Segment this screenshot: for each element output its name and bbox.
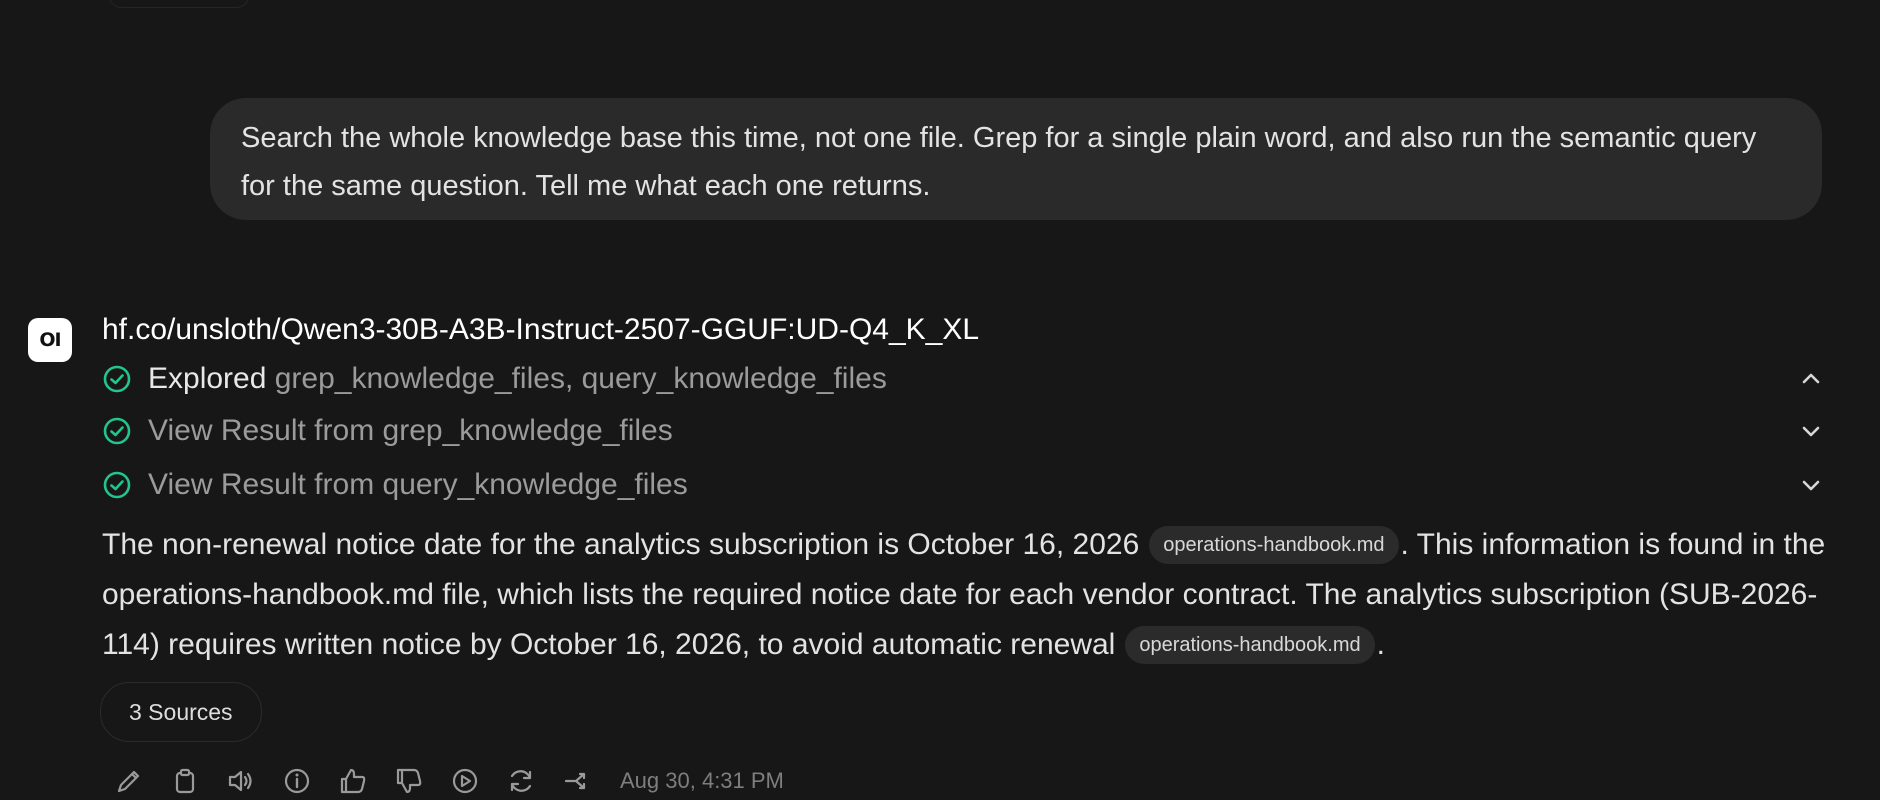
answer-text-1: The non-renewal notice date for the anal… — [102, 528, 1140, 561]
tool-step-label: Explored grep_knowledge_files, query_kno… — [148, 362, 887, 396]
edit-icon[interactable] — [112, 764, 146, 798]
user-message-bubble: Search the whole knowledge base this tim… — [210, 98, 1822, 220]
sources-label: 3 Sources — [129, 698, 233, 725]
citation-chip[interactable]: operations-handbook.md — [1149, 526, 1399, 564]
assistant-answer: The non-renewal notice date for the anal… — [102, 520, 1832, 670]
thumbs-up-icon[interactable] — [336, 764, 370, 798]
thumbs-down-icon[interactable] — [392, 764, 426, 798]
continue-icon[interactable] — [448, 764, 482, 798]
branch-icon[interactable] — [560, 764, 594, 798]
tool-step-names: grep_knowledge_files, query_knowledge_fi… — [274, 362, 887, 395]
tool-step-label: View Result from query_knowledge_files — [148, 468, 688, 501]
tool-step-label: View Result from grep_knowledge_files — [148, 414, 673, 447]
tool-step-explored[interactable]: Explored grep_knowledge_files, query_kno… — [102, 356, 1824, 402]
message-timestamp: Aug 30, 4:31 PM — [620, 768, 784, 793]
citation-chip[interactable]: operations-handbook.md — [1125, 626, 1375, 664]
assistant-avatar: OI — [28, 318, 72, 362]
answer-text-3: . — [1376, 628, 1385, 661]
user-message-text: Search the whole knowledge base this tim… — [241, 122, 1757, 202]
tool-step-query-result[interactable]: View Result from query_knowledge_files — [102, 462, 1824, 508]
model-name: hf.co/unsloth/Qwen3-30B-A3B-Instruct-250… — [102, 313, 980, 346]
read-aloud-icon[interactable] — [224, 764, 258, 798]
tool-step-grep-result[interactable]: View Result from grep_knowledge_files — [102, 408, 1824, 454]
check-circle-icon — [103, 365, 131, 393]
chevron-up-icon[interactable] — [1798, 366, 1824, 392]
check-circle-icon — [103, 471, 131, 499]
message-action-bar: Aug 30, 4:31 PM — [112, 764, 784, 798]
chevron-down-icon[interactable] — [1798, 418, 1824, 444]
chevron-down-icon[interactable] — [1798, 472, 1824, 498]
tool-step-prefix: Explored — [148, 362, 267, 395]
avatar-label: OI — [39, 329, 61, 351]
sources-button[interactable]: 3 Sources — [100, 682, 262, 742]
copy-icon[interactable] — [168, 764, 202, 798]
regenerate-icon[interactable] — [504, 764, 538, 798]
check-circle-icon — [103, 417, 131, 445]
previous-message-actions-stub — [108, 0, 250, 8]
info-icon[interactable] — [280, 764, 314, 798]
